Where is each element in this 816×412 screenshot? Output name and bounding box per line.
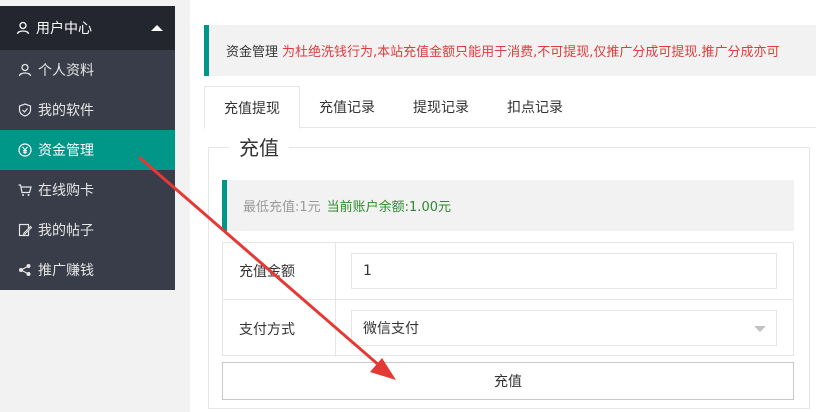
- balance-text: 当前账户余额:1.00元: [326, 200, 451, 215]
- sidebar-item-label: 我的软件: [38, 103, 94, 119]
- balance-info-box: 最低充值:1元 当前账户余额:1.00元: [222, 180, 794, 231]
- sidebar: 用户中心 个人资料 我的软件 资金管理 在线购卡 我的帖子 推广赚钱: [0, 6, 175, 290]
- sidebar-item-label: 资金管理: [38, 143, 94, 159]
- payment-select[interactable]: 微信支付: [351, 310, 777, 346]
- user-icon: [16, 21, 30, 35]
- payment-row: 支付方式 微信支付: [223, 300, 793, 357]
- sidebar-item-posts[interactable]: 我的帖子: [0, 210, 175, 250]
- sidebar-item-funds[interactable]: 资金管理: [0, 130, 175, 170]
- payment-label: 支付方式: [223, 300, 336, 357]
- chevron-down-icon: [754, 326, 766, 332]
- caret-up-icon[interactable]: [151, 25, 163, 31]
- shield-icon: [18, 103, 32, 117]
- sidebar-item-profile[interactable]: 个人资料: [0, 50, 175, 90]
- recharge-panel: 充值 最低充值:1元 当前账户余额:1.00元 充值金额 支付方式 微信支付 充…: [190, 0, 816, 412]
- sidebar-item-label: 推广赚钱: [38, 263, 94, 279]
- yen-icon: [18, 143, 32, 157]
- min-recharge-text: 最低充值:1元: [243, 200, 321, 215]
- amount-label: 充值金额: [223, 243, 336, 299]
- user-icon: [18, 63, 32, 77]
- sidebar-item-label: 在线购卡: [38, 183, 94, 199]
- cart-icon: [18, 183, 32, 197]
- sidebar-item-label: 我的帖子: [38, 223, 94, 239]
- amount-input[interactable]: [351, 253, 777, 289]
- sidebar-item-software[interactable]: 我的软件: [0, 90, 175, 130]
- recharge-form: 充值金额 支付方式 微信支付: [222, 242, 794, 357]
- sidebar-item-label: 个人资料: [38, 63, 94, 79]
- payment-selected-value: 微信支付: [363, 321, 419, 337]
- sidebar-header-user-center[interactable]: 用户中心: [0, 6, 175, 50]
- recharge-submit-button[interactable]: 充值: [222, 362, 794, 400]
- sidebar-item-promote[interactable]: 推广赚钱: [0, 250, 175, 290]
- sidebar-header-label: 用户中心: [36, 21, 92, 37]
- edit-icon: [18, 223, 32, 237]
- share-icon: [18, 263, 32, 277]
- sidebar-item-buy-card[interactable]: 在线购卡: [0, 170, 175, 210]
- recharge-legend: 充值: [229, 132, 289, 161]
- amount-row: 充值金额: [223, 243, 793, 300]
